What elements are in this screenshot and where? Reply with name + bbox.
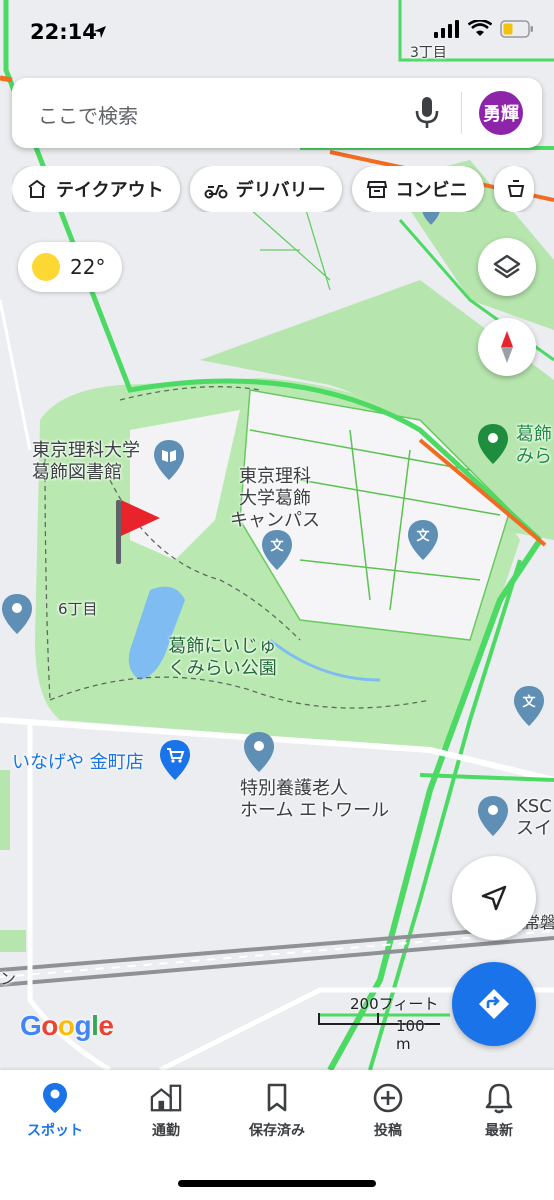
status-bar: 22:14 [0,0,554,66]
directions-button[interactable] [452,962,536,1046]
my-location-button[interactable] [452,856,536,940]
commute-building-icon [150,1084,182,1112]
chip-delivery-label: デリバリー [235,180,326,201]
takeout-icon [28,179,46,198]
flag-marker-icon[interactable] [110,496,164,566]
tab-commute-label: 通勤 [152,1123,180,1139]
wifi-icon [468,20,492,36]
tab-commute[interactable]: 通勤 [111,1082,221,1140]
weather-badge[interactable]: 22° [18,242,122,292]
delivery-scooter-icon [204,185,228,199]
library-label[interactable]: 東京理科大学 葛飾図書館 [32,440,140,484]
compass-icon [501,331,513,363]
katsushika-right-label[interactable]: 葛飾 みら [516,424,552,468]
svg-text:文: 文 [522,694,536,710]
directions-icon [479,989,509,1019]
compass-button[interactable] [478,318,536,376]
tab-spots[interactable]: スポット [0,1082,110,1140]
location-arrow-icon [94,26,106,38]
search-input[interactable]: ここで検索 [38,100,138,129]
coffee-icon [507,180,524,197]
battery-icon [500,20,533,38]
scale-imperial: 200フィート [350,995,439,1013]
park-pin-icon[interactable] [476,422,510,466]
add-circle-icon [373,1083,403,1113]
place-pin-icon-left[interactable] [0,592,34,636]
school-pin-icon-2[interactable]: 文 [406,518,440,562]
layers-icon [493,254,521,279]
chip-convenience-label: コンビニ [395,180,468,201]
bell-icon [485,1083,513,1114]
bookmark-icon [267,1083,287,1112]
store-icon [366,181,387,198]
place-pin-icon-nursing[interactable] [242,730,276,774]
chip-takeout-label: テイクアウト [56,180,164,201]
navigation-arrow-icon [481,885,507,911]
sun-icon [32,253,60,281]
tab-updates-label: 最新 [485,1123,513,1139]
chip-convenience-store[interactable]: コンビニ [351,166,484,212]
chip-delivery[interactable]: デリバリー [189,166,342,212]
school-pin-icon-3[interactable]: 文 [512,684,546,728]
tab-contribute[interactable]: 投稿 [333,1082,443,1140]
park-label[interactable]: 葛飾にいじゅ くみらい公園 [168,636,277,680]
category-chips: テイクアウト デリバリー コンビニ [12,166,554,212]
chip-more[interactable] [493,166,534,212]
home-indicator[interactable] [178,1180,376,1187]
layers-button[interactable] [478,238,536,296]
svg-text:文: 文 [270,538,284,554]
ksc-label[interactable]: KSC スイ [516,796,552,840]
tab-spots-label: スポット [27,1123,83,1139]
weather-temperature: 22° [70,255,106,279]
place-pin-icon [43,1083,67,1113]
scale-metric: 100 m [396,1017,425,1053]
tab-updates[interactable]: 最新 [444,1082,554,1140]
avatar[interactable]: 勇輝 [479,91,523,135]
status-time: 22:14 [30,20,97,44]
map-scale: 200フィート 100 m [318,993,442,1053]
nursing-home-label[interactable]: 特別養護老人 ホーム エトワール [240,778,389,822]
tab-saved[interactable]: 保存済み [222,1082,332,1140]
library-book-pin-icon[interactable] [152,438,186,482]
district-6-label: 6丁目 [58,600,98,618]
campus-label[interactable]: 東京理科 大学葛飾 キャンパス [230,466,320,532]
svg-text:文: 文 [416,528,430,544]
shopping-cart-pin-icon[interactable] [158,738,192,782]
signal-bars-icon [434,20,459,38]
school-pin-icon[interactable]: 文 [260,528,294,572]
chip-takeout[interactable]: テイクアウト [12,166,180,212]
place-pin-icon-ksc[interactable] [476,794,510,838]
microphone-icon[interactable] [414,95,440,131]
inageya-label[interactable]: いなげや 金町店 [12,752,144,774]
search-bar[interactable]: ここで検索 勇輝 [12,78,542,148]
left-edge-label: ン [0,969,17,988]
tab-saved-label: 保存済み [249,1123,305,1139]
search-divider [461,92,462,134]
google-logo: Google [20,1010,114,1041]
tab-contribute-label: 投稿 [374,1123,402,1139]
